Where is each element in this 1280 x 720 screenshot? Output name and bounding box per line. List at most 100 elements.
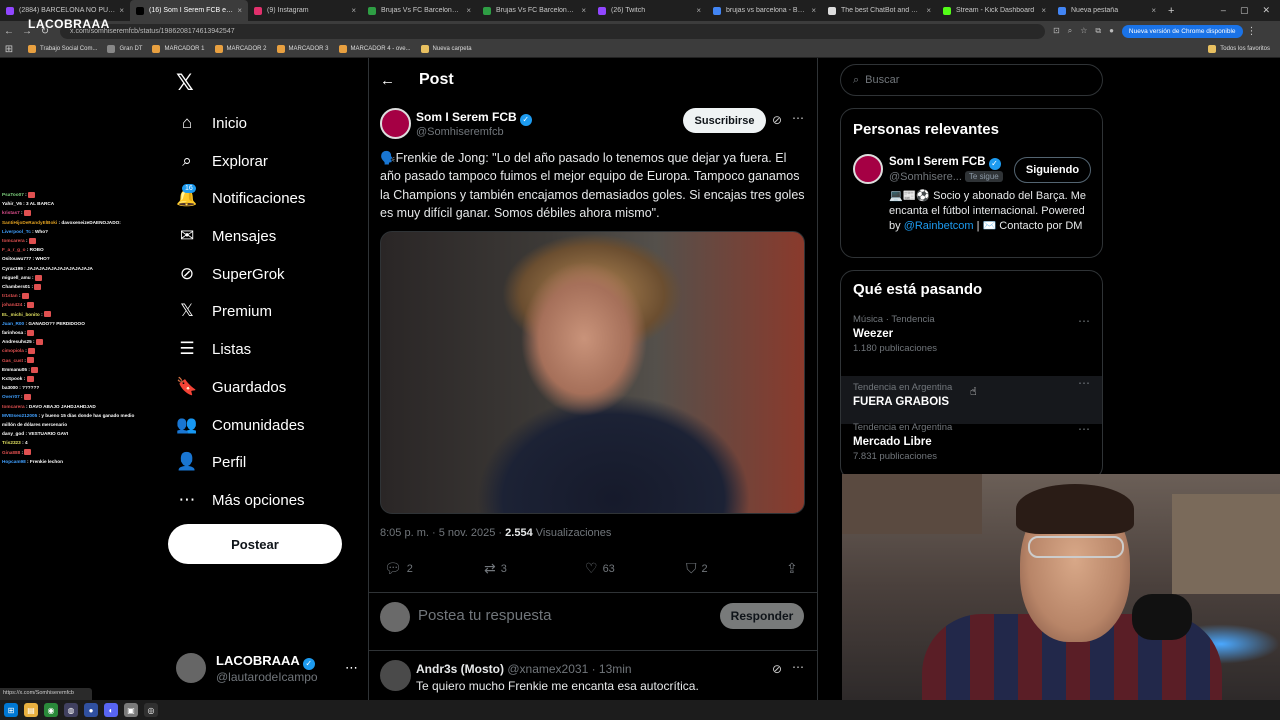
reply-input[interactable]: Postea tu respuesta bbox=[418, 607, 551, 624]
nav-item-mensajes[interactable]: ✉ Mensajes bbox=[176, 221, 276, 251]
app-icon[interactable]: ◍ bbox=[64, 703, 78, 717]
extensions-icon[interactable]: ⧉ bbox=[1095, 26, 1101, 36]
close-window-icon[interactable]: ✕ bbox=[1262, 5, 1270, 16]
nav-item-comunidades[interactable]: 👥 Comunidades bbox=[176, 410, 304, 440]
new-tab-icon[interactable]: + bbox=[1168, 5, 1174, 17]
post-button[interactable]: Postear bbox=[168, 524, 342, 564]
close-tab-icon[interactable]: × bbox=[696, 6, 701, 15]
bookmark-item[interactable]: MARCADOR 3 bbox=[276, 45, 329, 53]
nav-item-premium[interactable]: 𝕏 Premium bbox=[176, 296, 272, 326]
close-tab-icon[interactable]: × bbox=[237, 6, 242, 15]
windows-start-icon[interactable]: ⊞ bbox=[4, 703, 18, 717]
browser-tab[interactable]: Stream - Kick Dashboard × bbox=[937, 0, 1052, 21]
all-bookmarks-folder[interactable]: Todos los favoritos bbox=[1208, 45, 1270, 53]
close-tab-icon[interactable]: × bbox=[1041, 6, 1046, 15]
bookmark-item[interactable]: MARCADOR 2 bbox=[214, 45, 267, 53]
browser-tab[interactable]: (26) Twitch × bbox=[592, 0, 707, 21]
reply-button[interactable]: Responder bbox=[720, 603, 804, 629]
more-icon[interactable]: ⋯ bbox=[1078, 314, 1090, 328]
post-image[interactable] bbox=[380, 231, 805, 514]
browser-tab[interactable]: brujas vs barcelona - Buscar c × bbox=[707, 0, 822, 21]
back-icon[interactable]: ← bbox=[0, 26, 18, 37]
trend-context: Música · Tendencia bbox=[853, 314, 935, 325]
close-tab-icon[interactable]: × bbox=[466, 6, 471, 15]
relevant-handle[interactable]: @Somhisere... Te sigue bbox=[889, 171, 1003, 183]
nav-item-guardados[interactable]: 🔖 Guardados bbox=[176, 372, 286, 402]
author-handle[interactable]: @Somhiseremfcb bbox=[416, 126, 504, 138]
bookmark-item[interactable]: MARCADOR 1 bbox=[152, 45, 205, 53]
browser-tab[interactable]: Nueva pestaña × bbox=[1052, 0, 1162, 21]
maximize-icon[interactable]: ▢ bbox=[1240, 5, 1249, 16]
bookmark-item[interactable]: Trabajo Social Com... bbox=[28, 45, 97, 53]
close-tab-icon[interactable]: × bbox=[119, 6, 124, 15]
profile-icon[interactable]: ● bbox=[1109, 26, 1114, 36]
chrome-icon[interactable]: ◉ bbox=[44, 703, 58, 717]
grok-icon[interactable]: ⊘ bbox=[772, 113, 782, 127]
x-logo-icon[interactable]: 𝕏 bbox=[176, 70, 194, 96]
comment-avatar[interactable] bbox=[380, 660, 411, 691]
repost-action[interactable]: ⇄ 3 bbox=[484, 560, 507, 577]
subscribe-button[interactable]: Suscribirse bbox=[683, 108, 766, 133]
browser-tab[interactable]: The best ChatBot and Widget× bbox=[822, 0, 937, 21]
apps-icon[interactable]: ⊞ bbox=[0, 44, 18, 55]
zoom-icon[interactable]: ⌕ bbox=[1068, 26, 1072, 36]
grok-icon[interactable]: ⊘ bbox=[772, 662, 782, 676]
close-tab-icon[interactable]: × bbox=[926, 6, 931, 15]
account-switcher[interactable]: LACOBRAAA ✓ @lautarodeIcampo ⋯ bbox=[176, 650, 358, 686]
browser-tab[interactable]: (9) Instagram × bbox=[248, 0, 362, 21]
nav-item-explorar[interactable]: ⌕ Explorar bbox=[176, 146, 268, 176]
nav-item-supergrok[interactable]: ⊘ SuperGrok bbox=[176, 259, 285, 289]
close-tab-icon[interactable]: × bbox=[351, 6, 356, 15]
browser-tab[interactable]: Brujas Vs FC Barcelona - Resu × bbox=[362, 0, 477, 21]
comment-handle[interactable]: @xnamex2031 bbox=[507, 662, 588, 676]
nav-item-más-opciones[interactable]: ⋯ Más opciones bbox=[176, 485, 305, 515]
reply-action[interactable]: 💬︎ 2 bbox=[384, 560, 413, 577]
url-bar[interactable]: x.com/somhiseremfcb/status/1986208174613… bbox=[60, 23, 1045, 39]
close-tab-icon[interactable]: × bbox=[581, 6, 586, 15]
author-avatar[interactable] bbox=[380, 108, 411, 139]
relevant-name[interactable]: Som I Serem FCB ✓ bbox=[889, 156, 1001, 170]
comment-author[interactable]: Andr3s (Mosto) bbox=[416, 662, 504, 676]
comment-time[interactable]: · 13min bbox=[592, 662, 632, 676]
more-icon[interactable]: ⋯ bbox=[792, 660, 804, 674]
browser-tab[interactable]: Brujas Vs FC Barcelona - Resu × bbox=[477, 0, 592, 21]
share-action[interactable]: ⇪ bbox=[786, 560, 803, 577]
relevant-avatar[interactable] bbox=[853, 154, 883, 184]
more-icon[interactable]: ⋯ bbox=[1078, 376, 1090, 390]
app-icon[interactable]: ● bbox=[84, 703, 98, 717]
trend-item[interactable]: Música · Tendencia Weezer 1.180 publicaci… bbox=[841, 314, 1102, 362]
more-icon[interactable]: ⋯ bbox=[345, 660, 358, 676]
more-icon[interactable]: ⋯ bbox=[792, 111, 804, 125]
trend-item[interactable]: Tendencia en Argentina FUERA GRABOIS ⋯ bbox=[841, 376, 1102, 424]
obs-icon[interactable]: ◎ bbox=[144, 703, 158, 717]
discord-icon[interactable]: ◐ bbox=[104, 703, 118, 717]
bio-link[interactable]: @Rainbetcom bbox=[904, 220, 974, 232]
chat-message: ba3000 : ?????? bbox=[2, 385, 40, 391]
bookmark-item[interactable]: Gran DT bbox=[107, 45, 142, 53]
trend-item[interactable]: Tendencia en Argentina Mercado Libre 7.83… bbox=[841, 422, 1102, 470]
bookmark-action[interactable]: ⛉ 2 bbox=[686, 560, 708, 577]
like-action[interactable]: ♡ 63 bbox=[585, 560, 615, 577]
file-explorer-icon[interactable]: ▤ bbox=[24, 703, 38, 717]
close-tab-icon[interactable]: × bbox=[1151, 6, 1156, 15]
back-arrow-icon[interactable]: ← bbox=[380, 72, 395, 89]
nav-item-perfil[interactable]: 👤 Perfil bbox=[176, 447, 246, 477]
minimize-icon[interactable]: – bbox=[1221, 5, 1226, 16]
bookmark-item[interactable]: MARCADOR 4 - ove... bbox=[338, 45, 411, 53]
install-icon[interactable]: ⊡ bbox=[1053, 26, 1060, 36]
close-tab-icon[interactable]: × bbox=[811, 6, 816, 15]
search-input[interactable]: ⌕ Buscar bbox=[840, 64, 1103, 96]
post-timestamp[interactable]: 8:05 p. m. · 5 nov. 2025 · bbox=[380, 527, 505, 539]
nav-item-listas[interactable]: ☰ Listas bbox=[176, 334, 251, 364]
app-icon[interactable]: ▣ bbox=[124, 703, 138, 717]
following-button[interactable]: Siguiendo bbox=[1014, 157, 1091, 183]
menu-icon[interactable]: ⋮ bbox=[1243, 26, 1261, 37]
chrome-update-button[interactable]: Nueva versión de Chrome disponible bbox=[1121, 24, 1243, 38]
more-icon[interactable]: ⋯ bbox=[1078, 422, 1090, 436]
author-name[interactable]: Som I Serem FCB ✓ bbox=[416, 110, 532, 126]
chat-username: Liverpool_Tc bbox=[2, 228, 31, 234]
nav-item-inicio[interactable]: ⌂ Inicio bbox=[176, 108, 247, 138]
star-icon[interactable]: ☆ bbox=[1080, 26, 1087, 36]
bookmark-item[interactable]: Nueva carpeta bbox=[420, 45, 472, 53]
browser-tab[interactable]: (16) Som I Serem FCB en X: " × bbox=[130, 0, 248, 21]
